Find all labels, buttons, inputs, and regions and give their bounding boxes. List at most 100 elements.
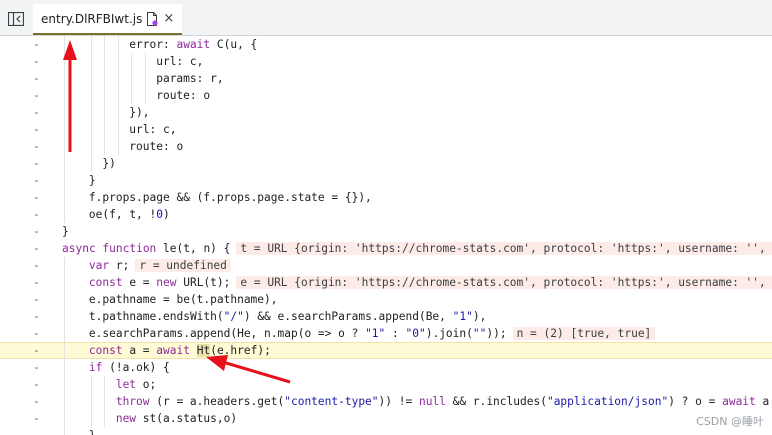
indent-guide (64, 325, 65, 342)
code-token: && r.includes( (445, 395, 547, 408)
code-line[interactable]: -}), (0, 104, 772, 121)
code-line[interactable]: -} (0, 427, 772, 435)
indent-guide (104, 393, 106, 410)
gutter-marker[interactable]: - (33, 155, 40, 172)
code-text: url: c, (129, 121, 176, 138)
code-token: (r = a.headers.get( (149, 395, 285, 408)
code-text: oe(f, t, !0) (89, 206, 170, 223)
indent-guide (64, 410, 65, 427)
gutter-marker[interactable]: - (33, 121, 40, 138)
indent-guide (104, 87, 106, 104)
code-line[interactable]: - let o; (0, 376, 772, 393)
code-token: oe(f, t, ! (88, 208, 157, 221)
indent-guide (104, 36, 106, 53)
code-line[interactable]: - oe(f, t, !0) (0, 206, 772, 223)
code-token: t.pathname.endsWith( (88, 310, 224, 323)
gutter-marker[interactable]: - (33, 427, 40, 435)
gutter-marker[interactable]: - (33, 291, 40, 308)
gutter-marker[interactable]: - (33, 104, 40, 121)
gutter-marker[interactable]: - (33, 274, 40, 291)
code-line[interactable]: - e.searchParams.append(He, n.map(o => o … (0, 325, 772, 342)
code-token: le(t, n) { (156, 242, 231, 255)
tab-entry-file[interactable]: entry.DlRFBIwt.js × (33, 4, 183, 35)
code-token: await (722, 395, 756, 408)
gutter-marker[interactable]: - (33, 240, 40, 257)
code-token: ), (472, 310, 487, 323)
code-token: e = (122, 276, 157, 289)
gutter-marker[interactable]: - (33, 189, 40, 206)
code-line[interactable]: -} (0, 223, 772, 240)
sidebar-toggle-icon[interactable] (8, 12, 24, 26)
gutter-marker[interactable]: - (33, 376, 40, 393)
code-line[interactable]: - const e = new URL(t); e = URL {origin: '… (0, 274, 772, 291)
code-line[interactable]: -} (0, 172, 772, 189)
gutter-marker[interactable]: - (33, 70, 40, 87)
tab-bar: entry.DlRFBIwt.js × (0, 4, 772, 36)
indent-guide (64, 172, 65, 189)
code-line[interactable]: - t.pathname.endsWith("/") && e.searchPar… (0, 308, 772, 325)
code-line[interactable]: - async function le(t, n) {t = URL {origi… (0, 240, 772, 257)
code-token: error: (129, 38, 177, 51)
indent-guide (64, 189, 65, 206)
file-modified-icon (147, 11, 158, 26)
gutter-marker[interactable]: - (33, 53, 40, 70)
inline-value-preview[interactable]: e = URL {origin: 'https://chrome-stats.c… (236, 276, 772, 289)
indent-guide (64, 257, 65, 274)
indent-guide (64, 308, 65, 325)
code-token: a.js (762, 395, 772, 408)
indent-guide (90, 70, 92, 87)
gutter-marker[interactable]: - (33, 343, 40, 358)
gutter-marker[interactable]: - (33, 138, 40, 155)
code-line[interactable]: - throw (r = a.headers.get("content-type"… (0, 393, 772, 410)
code-line[interactable]: - url: c, (0, 121, 772, 138)
indent-guide (104, 138, 106, 155)
close-icon[interactable]: × (163, 11, 174, 26)
tab-filename: entry.DlRFBIwt.js (41, 11, 143, 26)
code-token: await (176, 38, 211, 51)
code-line[interactable]: - var r; r = undefined (0, 257, 772, 274)
code-line[interactable]: - url: c, (0, 53, 772, 70)
indent-guide (64, 274, 65, 291)
code-line[interactable]: - route: o (0, 138, 772, 155)
indent-guide (144, 53, 146, 70)
gutter-marker[interactable]: - (33, 257, 40, 274)
code-line[interactable]: - route: o (0, 87, 772, 104)
code-text: route: o (156, 87, 210, 104)
code-line[interactable]: - error: await C(u, { (0, 36, 772, 53)
code-text: const a = await Ht(e.href); (89, 343, 271, 358)
code-token: (!a.ok) { (102, 361, 170, 374)
code-line[interactable]: - e.pathname = be(t.pathname), (0, 291, 772, 308)
gutter-marker[interactable]: - (33, 308, 40, 325)
code-text: f.props.page && (f.props.page.state = {}… (89, 189, 372, 206)
gutter-marker[interactable]: - (33, 325, 40, 342)
code-text: route: o (129, 138, 183, 155)
code-line[interactable]: - f.props.page && (f.props.page.state = {… (0, 189, 772, 206)
code-token: "content-type" (284, 395, 379, 408)
code-line[interactable]: - new st(a.status,o) (0, 410, 772, 427)
gutter-marker[interactable]: - (33, 36, 40, 53)
gutter-marker[interactable]: - (33, 172, 40, 189)
indent-guide (64, 343, 65, 360)
code-token: await (156, 344, 190, 357)
code-line[interactable]: -}) (0, 155, 772, 172)
gutter-marker[interactable]: - (33, 359, 40, 376)
code-line[interactable]: - if (!a.ok) { (0, 359, 772, 376)
inline-value-preview[interactable]: r = undefined (135, 259, 231, 272)
code-editor[interactable]: - error: await C(u, {- url: c, - params: r, -… (0, 36, 772, 435)
code-line[interactable]: - params: r, (0, 70, 772, 87)
indent-guide (104, 53, 106, 70)
code-token: ) (163, 208, 170, 221)
code-token: "application/json" (546, 395, 669, 408)
gutter-marker[interactable]: - (33, 87, 40, 104)
inline-value-preview[interactable]: t = URL {origin: 'https://chrome-stats.c… (236, 242, 772, 255)
code-text: let o; (116, 376, 156, 393)
gutter-marker[interactable]: - (33, 410, 40, 427)
code-token: route: o (129, 140, 184, 153)
indent-guide (90, 36, 92, 53)
gutter-marker[interactable]: - (33, 223, 40, 240)
gutter-marker[interactable]: - (33, 206, 40, 223)
inline-value-preview[interactable]: n = (2) [true, true] (512, 327, 656, 340)
code-line-current[interactable]: - const a = await Ht(e.href); (0, 342, 772, 360)
gutter-marker[interactable]: - (33, 393, 40, 410)
